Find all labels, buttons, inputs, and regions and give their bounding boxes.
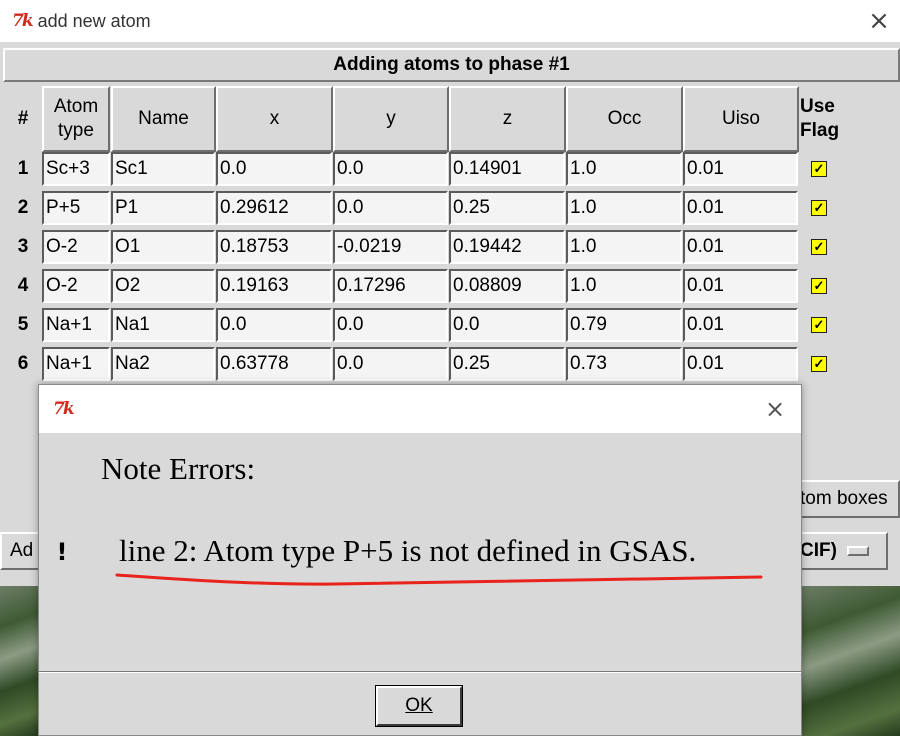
atom-name-cell[interactable]: P1 [111,191,215,225]
add-atom-boxes-button[interactable]: tom boxes [796,480,900,518]
window-title: add new atom [37,10,151,31]
col-header-occ[interactable]: Occ [566,86,683,152]
x-cell[interactable]: 0.0 [216,152,332,186]
y-cell[interactable]: 0.17296 [333,269,448,303]
check-icon: ✓ [813,278,825,293]
y-cell[interactable]: 0.0 [333,347,448,381]
use-flag-checkbox[interactable]: ✓ [811,356,827,372]
uiso-cell[interactable]: 0.01 [683,347,798,381]
uiso-cell[interactable]: 0.01 [683,269,798,303]
error-dialog: 7k × Note Errors: ! line 2: Atom type P+… [38,384,802,736]
col-header-z[interactable]: z [449,86,566,152]
z-cell[interactable]: 0.25 [449,347,565,381]
z-cell[interactable]: 0.14901 [449,152,565,186]
col-header-atom-type[interactable]: Atom type [42,86,110,152]
use-flag-checkbox[interactable]: ✓ [811,317,827,333]
tk-logo-icon: 7k [12,11,34,31]
tk-logo-icon: 7k [53,399,75,419]
x-cell[interactable]: 0.18753 [216,230,332,264]
occ-cell[interactable]: 1.0 [566,230,682,264]
occ-cell[interactable]: 1.0 [566,152,682,186]
row-number: 3 [17,236,29,257]
menu-indicator-icon [846,546,869,556]
occ-cell[interactable]: 1.0 [566,269,682,303]
check-icon: ✓ [813,239,825,254]
row-number: 4 [17,275,29,296]
import-cif-menu-button[interactable]: CIF) [796,532,888,570]
uiso-cell[interactable]: 0.01 [683,230,798,264]
close-icon[interactable]: × [761,395,789,423]
x-cell[interactable]: 0.19163 [216,269,332,303]
atom-name-cell[interactable]: O1 [111,230,215,264]
uiso-cell[interactable]: 0.01 [683,191,798,225]
atom-type-cell[interactable]: Na+1 [42,308,110,342]
use-flag-checkbox[interactable]: ✓ [811,239,827,255]
x-cell[interactable]: 0.29612 [216,191,332,225]
use-flag-checkbox[interactable]: ✓ [811,161,827,177]
error-message: line 2: Atom type P+5 is not defined in … [119,533,697,568]
y-cell[interactable]: 0.0 [333,191,448,225]
check-icon: ✓ [813,317,825,332]
col-header-uiso[interactable]: Uiso [683,86,799,152]
ok-button[interactable]: OK [375,685,463,727]
use-flag-checkbox[interactable]: ✓ [811,200,827,216]
background-photo-right [802,586,900,736]
background-photo-left [0,586,38,736]
add-atoms-button[interactable]: Ad [0,532,40,570]
col-header-use-flag: Use Flag [800,92,860,146]
atom-name-cell[interactable]: Sc1 [111,152,215,186]
atom-type-cell[interactable]: Sc+3 [42,152,110,186]
uiso-cell[interactable]: 0.01 [683,308,798,342]
dialog-titlebar: 7k × [39,385,801,433]
row-number: 5 [17,314,29,335]
uiso-cell[interactable]: 0.01 [683,152,798,186]
col-header-name[interactable]: Name [111,86,216,152]
x-cell[interactable]: 0.0 [216,308,332,342]
check-icon: ✓ [813,200,825,215]
atom-type-cell[interactable]: P+5 [42,191,110,225]
z-cell[interactable]: 0.25 [449,191,565,225]
window-titlebar: 7k add new atom × [0,0,900,42]
red-underline-annotation [115,573,763,586]
col-header-x[interactable]: x [216,86,333,152]
row-number: 1 [17,158,29,179]
z-cell[interactable]: 0.0 [449,308,565,342]
occ-cell[interactable]: 0.73 [566,347,682,381]
y-cell[interactable]: 0.0 [333,152,448,186]
atom-name-cell[interactable]: Na2 [111,347,215,381]
occ-cell[interactable]: 1.0 [566,191,682,225]
y-cell[interactable]: -0.0219 [333,230,448,264]
atom-type-cell[interactable]: Na+1 [42,347,110,381]
atom-name-cell[interactable]: Na1 [111,308,215,342]
dialog-heading: Note Errors: [101,451,256,486]
check-icon: ✓ [813,356,825,371]
warning-icon: ! [56,538,68,566]
col-header-num: # [8,86,38,152]
x-cell[interactable]: 0.63778 [216,347,332,381]
phase-header: Adding atoms to phase #1 [3,48,900,82]
atom-type-cell[interactable]: O-2 [42,269,110,303]
atom-name-cell[interactable]: O2 [111,269,215,303]
dialog-separator [39,671,801,673]
check-icon: ✓ [813,161,825,176]
occ-cell[interactable]: 0.79 [566,308,682,342]
row-number: 2 [17,197,29,218]
close-icon[interactable]: × [864,6,894,36]
row-number: 6 [17,353,29,374]
y-cell[interactable]: 0.0 [333,308,448,342]
z-cell[interactable]: 0.19442 [449,230,565,264]
use-flag-checkbox[interactable]: ✓ [811,278,827,294]
atom-type-cell[interactable]: O-2 [42,230,110,264]
col-header-y[interactable]: y [333,86,449,152]
z-cell[interactable]: 0.08809 [449,269,565,303]
